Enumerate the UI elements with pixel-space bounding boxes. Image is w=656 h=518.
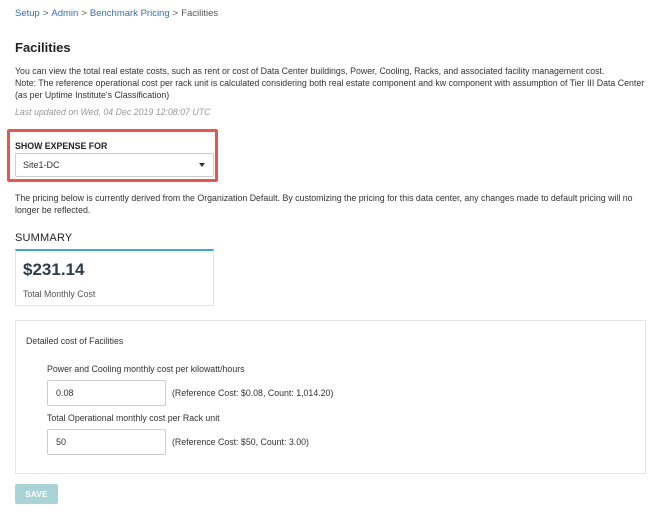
- expense-label: SHOW EXPENSE FOR: [15, 141, 108, 151]
- page-description: You can view the total real estate costs…: [15, 65, 645, 101]
- breadcrumb-separator: >: [42, 8, 49, 19]
- caret-down-icon: [199, 163, 205, 167]
- power-cooling-reference: (Reference Cost: $0.08, Count: 1,014.20): [172, 388, 334, 398]
- last-updated-text: Last updated on Wed, 04 Dec 2019 12:08:0…: [15, 107, 211, 117]
- breadcrumb-separator: >: [81, 8, 87, 19]
- power-cooling-cost-label: Power and Cooling monthly cost per kilow…: [47, 364, 245, 374]
- detail-cost-panel: Detailed cost of Facilities Power and Co…: [15, 320, 646, 474]
- description-line: You can view the total real estate costs…: [15, 66, 605, 76]
- pricing-note: The pricing below is currently derived f…: [15, 193, 633, 215]
- expense-dropdown[interactable]: Site1-DC: [15, 153, 214, 177]
- save-button[interactable]: SAVE: [15, 484, 58, 504]
- breadcrumb-current: Facilities: [181, 8, 219, 19]
- rack-unit-cost-label: Total Operational monthly cost per Rack …: [47, 413, 220, 423]
- page-title: Facilities: [15, 40, 71, 55]
- power-cooling-cost-input[interactable]: [47, 380, 166, 406]
- summary-heading: SUMMARY: [15, 232, 73, 244]
- description-note: Note: The reference operational cost per…: [15, 78, 645, 100]
- rack-unit-reference: (Reference Cost: $50, Count: 3.00): [172, 437, 309, 447]
- breadcrumb-link-admin[interactable]: Admin: [51, 8, 78, 19]
- total-monthly-cost-value: $231.14: [23, 260, 85, 279]
- detail-cost-title: Detailed cost of Facilities: [26, 336, 124, 346]
- summary-card: $231.14 Total Monthly Cost: [15, 249, 214, 306]
- breadcrumb-link-benchmark-pricing[interactable]: Benchmark Pricing: [90, 8, 170, 19]
- total-monthly-cost-label: Total Monthly Cost: [23, 289, 96, 299]
- breadcrumb-separator: >: [172, 8, 179, 19]
- rack-unit-cost-input[interactable]: [47, 429, 166, 455]
- breadcrumb-link-setup[interactable]: Setup: [15, 8, 40, 19]
- expense-dropdown-value: Site1-DC: [23, 160, 60, 170]
- breadcrumb: Setup > Admin > Benchmark Pricing > Facilities: [15, 8, 218, 19]
